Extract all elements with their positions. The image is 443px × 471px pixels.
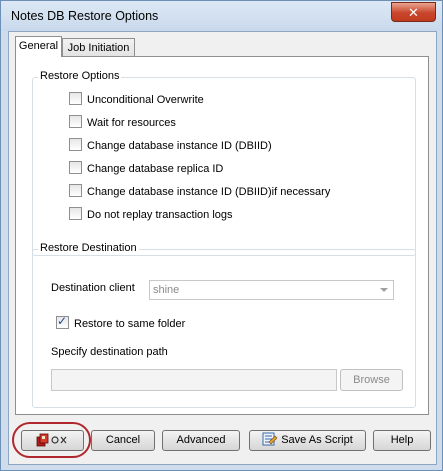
destination-client-select[interactable]: shine bbox=[149, 280, 394, 300]
cancel-button-label: Cancel bbox=[105, 434, 141, 446]
checkbox-box[interactable] bbox=[69, 92, 82, 105]
checkbox-no-replay-logs[interactable]: Do not replay transaction logs bbox=[69, 207, 233, 223]
checkbox-change-dbiid[interactable]: Change database instance ID (DBIID) bbox=[69, 138, 272, 154]
checkbox-label: Unconditional Overwrite bbox=[87, 94, 204, 106]
save-as-script-label: Save As Script bbox=[281, 434, 353, 446]
checkbox-label: Do not replay transaction logs bbox=[87, 209, 233, 221]
tab-general[interactable]: General bbox=[15, 36, 62, 57]
tab-general-label: General bbox=[18, 40, 59, 52]
checkbox-change-replica-id[interactable]: Change database replica ID bbox=[69, 161, 223, 177]
checkbox-label: Change database replica ID bbox=[87, 163, 224, 175]
advanced-button[interactable]: Advanced bbox=[162, 430, 240, 451]
checkbox-label: Restore to same folder bbox=[74, 318, 186, 330]
close-icon: ✕ bbox=[408, 5, 419, 20]
checkbox-box[interactable] bbox=[69, 138, 82, 151]
save-as-script-button[interactable]: Save As Script bbox=[249, 430, 366, 451]
title-bar: Notes DB Restore Options ✕ bbox=[1, 1, 442, 31]
browse-button[interactable]: Browse bbox=[340, 369, 403, 391]
destination-path-field[interactable] bbox=[51, 369, 337, 391]
checkbox-change-dbiid-if-necessary[interactable]: Change database instance ID (DBIID)if ne… bbox=[69, 184, 330, 200]
chevron-down-icon bbox=[380, 288, 388, 292]
destination-path-label: Specify destination path bbox=[51, 346, 168, 358]
checkbox-restore-same-folder[interactable]: Restore to same folder bbox=[56, 314, 186, 332]
restore-destination-title: Restore Destination bbox=[38, 242, 139, 254]
tab-job-initiation[interactable]: Job Initiation bbox=[62, 38, 135, 56]
checkbox-box[interactable] bbox=[69, 207, 82, 220]
destination-client-value: shine bbox=[153, 284, 180, 296]
checkbox-box[interactable] bbox=[56, 314, 69, 329]
help-button[interactable]: Help bbox=[373, 430, 431, 451]
advanced-button-label: Advanced bbox=[176, 434, 226, 446]
window-title: Notes DB Restore Options bbox=[11, 9, 159, 23]
general-tab-panel: Restore Options Unconditional Overwrite … bbox=[15, 56, 429, 415]
restore-options-group: Restore Options Unconditional Overwrite … bbox=[32, 70, 416, 256]
restore-options-title: Restore Options bbox=[38, 70, 122, 82]
script-icon bbox=[262, 432, 278, 446]
checkbox-box[interactable] bbox=[69, 115, 82, 128]
dialog-client-area: General Job Initiation Restore Options U… bbox=[8, 31, 437, 465]
checkbox-label: Wait for resources bbox=[87, 117, 176, 129]
dialog-window: Notes DB Restore Options ✕ General Job I… bbox=[0, 0, 443, 471]
destination-client-label: Destination client bbox=[51, 282, 135, 294]
highlight-annotation bbox=[12, 422, 91, 458]
checkbox-box[interactable] bbox=[69, 161, 82, 174]
checkbox-label: Change database instance ID (DBIID)if ne… bbox=[87, 186, 331, 198]
checkbox-unconditional-overwrite[interactable]: Unconditional Overwrite bbox=[69, 92, 204, 108]
browse-button-label: Browse bbox=[353, 374, 390, 386]
close-button[interactable]: ✕ bbox=[391, 2, 436, 22]
cancel-button[interactable]: Cancel bbox=[91, 430, 155, 451]
help-button-label: Help bbox=[390, 434, 414, 446]
checkbox-label: Change database instance ID (DBIID) bbox=[87, 140, 272, 152]
tab-job-initiation-label: Job Initiation bbox=[67, 42, 130, 54]
checkbox-wait-for-resources[interactable]: Wait for resources bbox=[69, 115, 176, 131]
checkbox-box[interactable] bbox=[69, 184, 82, 197]
restore-destination-group: Restore Destination Destination client s… bbox=[32, 242, 416, 408]
